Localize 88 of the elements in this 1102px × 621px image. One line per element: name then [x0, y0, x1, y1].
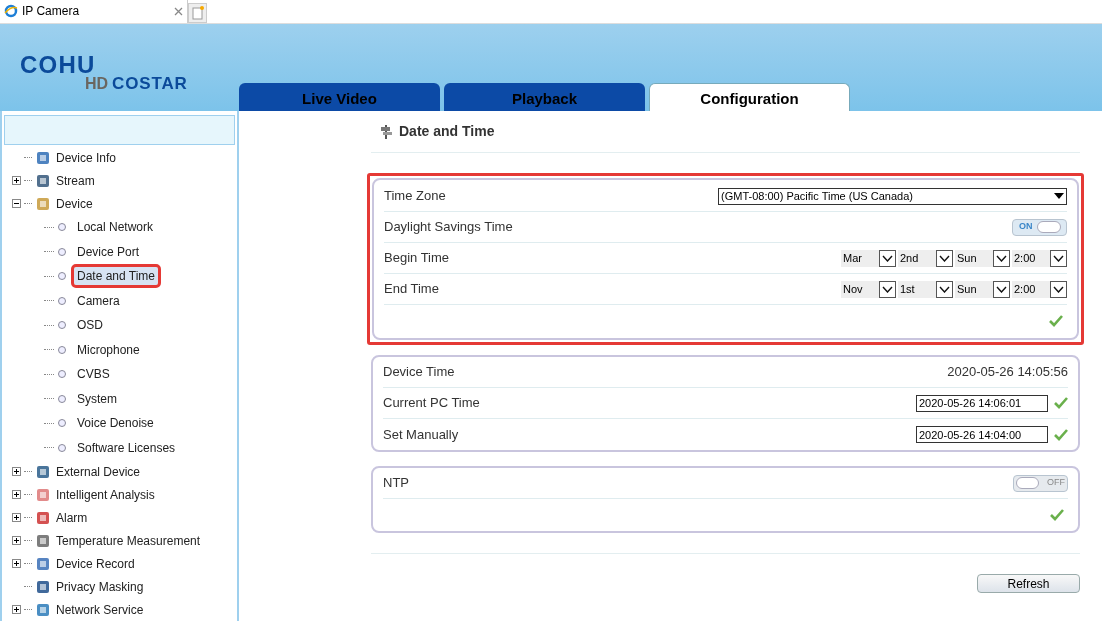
- dropdown-value: 2:00: [1012, 249, 1050, 267]
- caret-icon: [1053, 254, 1064, 262]
- manual-time-field[interactable]: 2020-05-26 14:04:00: [916, 426, 1048, 443]
- expander-icon[interactable]: [12, 199, 21, 208]
- tree-item[interactable]: Device Port: [74, 242, 143, 261]
- expander-icon[interactable]: [12, 559, 21, 568]
- caret-icon: [1054, 193, 1064, 199]
- field-label: Daylight Savings Time: [384, 218, 513, 237]
- dropdown-button[interactable]: [879, 249, 896, 267]
- page-title: Date and Time: [399, 122, 495, 141]
- caret-icon: [939, 285, 950, 293]
- expander-icon[interactable]: [12, 176, 21, 185]
- time-zone-dropdown[interactable]: (GMT-08:00) Pacific Time (US Canada): [718, 187, 1067, 205]
- tree-item[interactable]: Privacy Masking: [56, 577, 144, 596]
- bullet-icon: [58, 394, 66, 403]
- bullet-icon: [58, 443, 66, 452]
- dropdown-button[interactable]: [936, 249, 953, 267]
- bullet-icon: [58, 321, 66, 330]
- dropdown-value: Nov: [841, 280, 879, 298]
- tree-item[interactable]: Device Record: [56, 554, 135, 573]
- pc-time-field[interactable]: 2020-05-26 14:06:01: [916, 394, 1048, 412]
- dropdown-button[interactable]: [1050, 280, 1067, 298]
- dropdown-value: 2:00: [1012, 280, 1050, 298]
- dropdown-value: Mar: [841, 249, 879, 267]
- refresh-button[interactable]: Refresh: [977, 574, 1080, 593]
- caret-icon: [996, 285, 1007, 293]
- tree-item[interactable]: Stream: [56, 171, 95, 190]
- tree-item[interactable]: Local Network: [74, 218, 157, 237]
- tree-item[interactable]: Intelligent Analysis: [56, 485, 155, 504]
- bullet-icon: [58, 345, 66, 354]
- logo-text: HD: [85, 76, 109, 92]
- caret-icon: [882, 285, 893, 293]
- expander-icon[interactable]: [12, 513, 21, 522]
- caret-icon: [996, 254, 1007, 262]
- tree-item[interactable]: Microphone: [74, 340, 143, 359]
- dropdown-button[interactable]: [936, 280, 953, 298]
- caret-icon: [882, 254, 893, 262]
- dropdown-value: 2nd: [898, 249, 936, 267]
- expander-icon[interactable]: [12, 605, 21, 614]
- dropdown-button[interactable]: [1050, 249, 1067, 267]
- dropdown-value: 1st: [898, 280, 936, 298]
- bullet-icon: [58, 419, 66, 428]
- tree-item[interactable]: Alarm: [56, 508, 88, 527]
- dropdown-value: Sun: [955, 280, 993, 298]
- bullet-icon: [58, 370, 66, 379]
- field-label: Device Time: [383, 363, 455, 382]
- tree-item[interactable]: Software Licenses: [74, 438, 179, 457]
- nav-tab[interactable]: Configuration: [649, 83, 850, 111]
- tree-item[interactable]: Device Info: [56, 148, 117, 167]
- dropdown-button[interactable]: [993, 280, 1010, 298]
- tree-item[interactable]: Voice Denoise: [74, 414, 157, 433]
- tree-item[interactable]: Network Service: [56, 600, 144, 619]
- caret-icon: [939, 254, 950, 262]
- bullet-icon: [58, 223, 66, 232]
- apply-check-icon[interactable]: [1054, 428, 1068, 441]
- tree-item[interactable]: Date and Time: [74, 267, 159, 286]
- field-label: Time Zone: [384, 187, 446, 206]
- field-label: Begin Time: [384, 249, 450, 268]
- browser-logo-icon: [4, 4, 18, 18]
- close-icon[interactable]: [173, 6, 183, 16]
- dropdown-button[interactable]: [993, 249, 1010, 267]
- expander-icon[interactable]: [12, 536, 21, 545]
- logo-text: COSTAR: [112, 76, 188, 92]
- apply-check-icon[interactable]: [1050, 509, 1064, 521]
- tree-item[interactable]: System: [74, 389, 120, 408]
- tree-item[interactable]: Temperature Measurement: [56, 531, 201, 550]
- logo-text: COHU: [20, 54, 96, 76]
- field-label: Set Manually: [383, 425, 459, 444]
- bullet-icon: [58, 272, 66, 281]
- tree-item[interactable]: External Device: [56, 462, 141, 481]
- field-label: End Time: [384, 280, 439, 299]
- expander-icon[interactable]: [12, 467, 21, 476]
- apply-check-icon[interactable]: [1054, 397, 1068, 409]
- field-label: Current PC Time: [383, 394, 480, 413]
- caret-icon: [1053, 285, 1064, 293]
- tree-item[interactable]: OSD: [74, 316, 106, 335]
- device-time-value: 2020-05-26 14:05:56: [947, 363, 1068, 382]
- bullet-icon: [58, 296, 66, 305]
- field-label: NTP: [383, 474, 409, 493]
- dropdown-button[interactable]: [879, 280, 896, 298]
- tree-item[interactable]: Camera: [74, 291, 123, 310]
- tree-item[interactable]: Device: [56, 194, 93, 213]
- signpost-icon: [379, 124, 393, 139]
- expander-icon[interactable]: [12, 490, 21, 499]
- tree-item[interactable]: CVBS: [74, 365, 113, 384]
- apply-check-icon[interactable]: [1049, 315, 1063, 327]
- bullet-icon: [58, 247, 66, 256]
- dropdown-value: Sun: [955, 249, 993, 267]
